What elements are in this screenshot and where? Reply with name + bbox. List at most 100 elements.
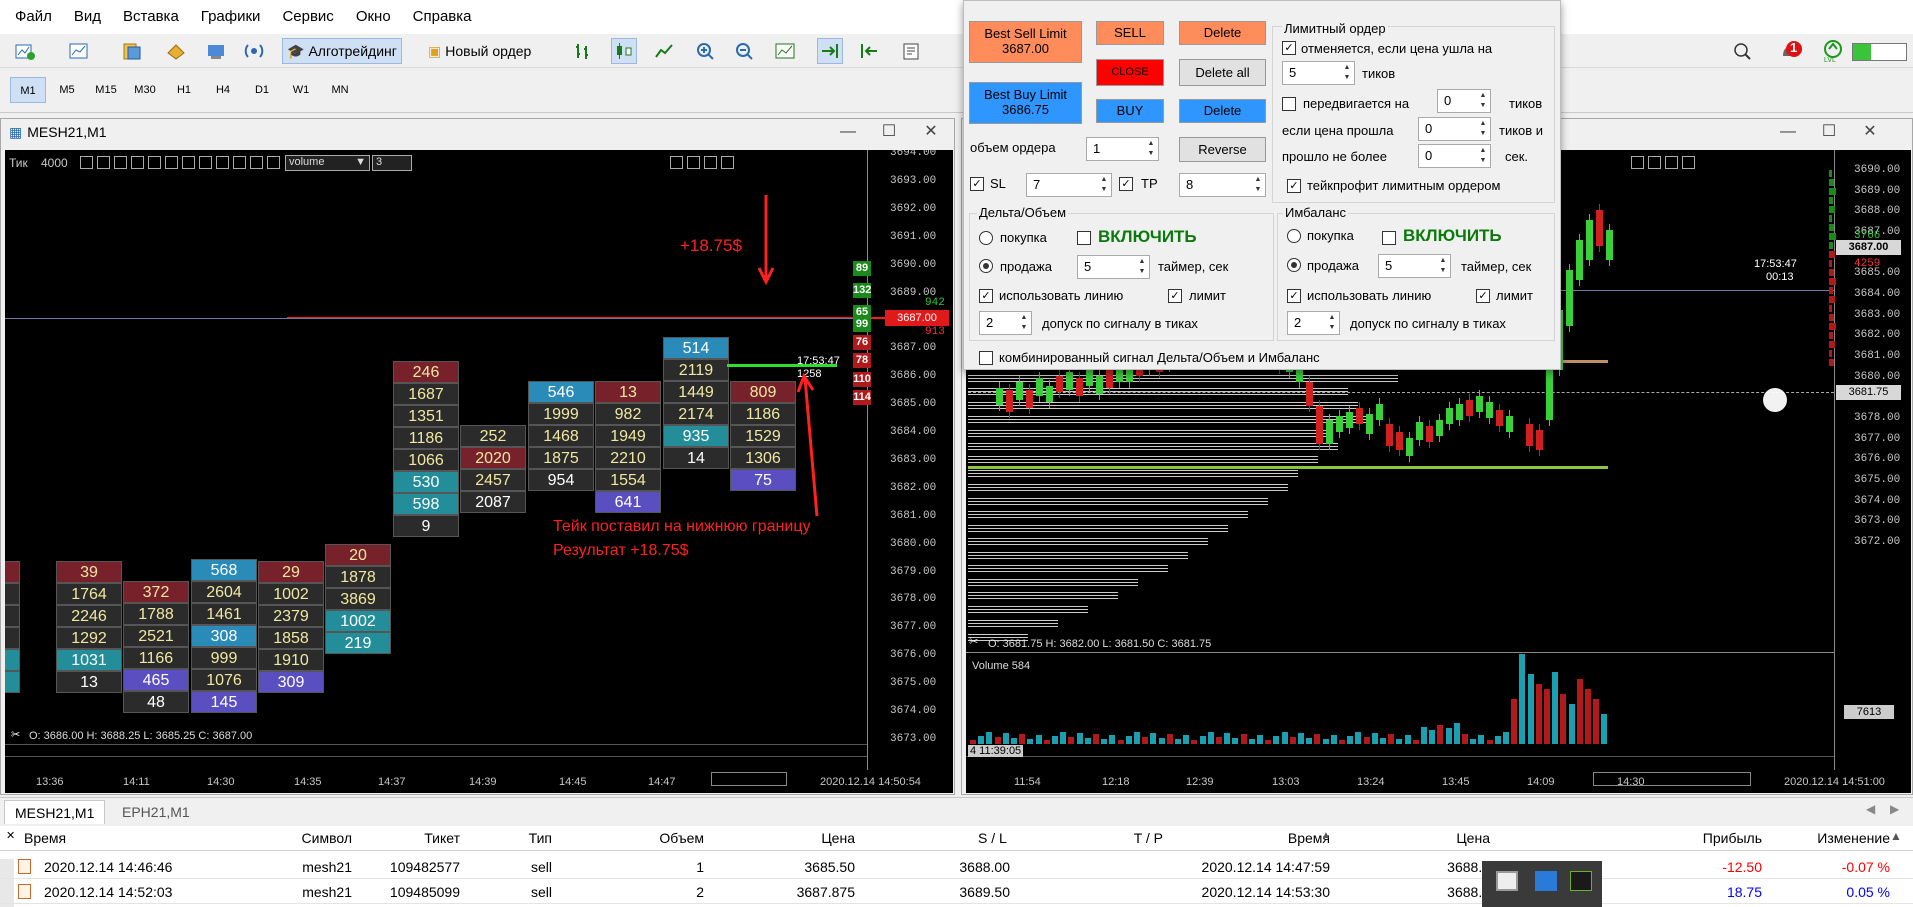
column-header[interactable]: Тикет <box>424 830 460 846</box>
column-header[interactable]: Изменение <box>1817 830 1890 846</box>
spinner-icon[interactable]: ▲ ▼ <box>1477 91 1489 111</box>
column-header[interactable]: Прибыль <box>1703 830 1762 846</box>
chart-shift-icon[interactable] <box>856 38 882 64</box>
column-header[interactable]: Символ <box>302 830 352 846</box>
sell-button[interactable]: SELL <box>1096 21 1164 45</box>
moves-checkbox[interactable] <box>1282 97 1296 111</box>
column-header[interactable]: Объем <box>659 830 704 846</box>
chart-tool-icon[interactable] <box>1631 156 1644 169</box>
zoom-out-icon[interactable] <box>732 38 758 64</box>
new-order-button[interactable]: ▣ Новый ордер <box>424 38 535 64</box>
search-icon[interactable] <box>1730 38 1756 64</box>
chart-tool-icon[interactable] <box>704 156 717 169</box>
spinner-icon[interactable]: ▲ ▼ <box>1018 313 1030 333</box>
algotrading-button[interactable]: 🎓 Алготрейдинг <box>282 38 402 64</box>
maximize-icon[interactable]: ☐ <box>1814 119 1844 145</box>
chart-tool-icon[interactable] <box>97 156 110 169</box>
imb-limit-checkbox[interactable]: ✓ <box>1476 289 1490 303</box>
tp-input[interactable]: 8 ▲ ▼ <box>1179 173 1266 197</box>
imb-timer-input[interactable]: 5 ▲ ▼ <box>1378 254 1451 278</box>
takeprofit-limit-checkbox[interactable]: ✓ <box>1287 179 1301 193</box>
delete-buy-button[interactable]: Delete <box>1179 99 1266 123</box>
tile-windows-icon[interactable] <box>772 38 798 64</box>
scrollbar[interactable] <box>711 772 787 786</box>
timeframe-h1[interactable]: H1 <box>166 77 202 103</box>
delta-sell-radio[interactable] <box>979 259 993 273</box>
column-header[interactable]: S / L <box>978 830 1007 846</box>
timeframe-m1[interactable]: M1 <box>10 77 46 103</box>
left-chart-canvas[interactable]: Тик 4000 volume ▼ 3 3694.00 3693.00 3692.00 3691… <box>5 150 953 793</box>
imb-enable-checkbox[interactable] <box>1382 231 1396 245</box>
chart-tool-icon[interactable] <box>182 156 195 169</box>
spinner-icon[interactable]: ▲ ▼ <box>1437 256 1449 276</box>
chart-tool-icon[interactable] <box>670 156 683 169</box>
timeframe-d1[interactable]: D1 <box>244 77 280 103</box>
tab-scroll-left-icon[interactable]: ◀ <box>1866 802 1875 816</box>
spinner-icon[interactable]: ▲ ▼ <box>1326 313 1338 333</box>
column-header[interactable]: Время <box>24 830 66 846</box>
chart-tool-icon[interactable] <box>1648 156 1661 169</box>
timeframe-m30[interactable]: M30 <box>127 77 163 103</box>
delete-all-button[interactable]: Delete all <box>1179 59 1266 86</box>
navigator-icon[interactable] <box>163 38 189 64</box>
if-passed-input[interactable]: 0 ▲ ▼ <box>1418 117 1491 141</box>
moves-input[interactable]: 0 ▲ ▼ <box>1437 89 1491 113</box>
column-header[interactable]: Цена <box>1456 830 1490 846</box>
passed-input[interactable]: 0 ▲ ▼ <box>1418 144 1491 168</box>
sl-input[interactable]: 7 ▲ ▼ <box>1026 173 1112 197</box>
tray-window-icon[interactable] <box>1496 871 1518 891</box>
bar-chart-icon[interactable] <box>571 38 597 64</box>
table-row[interactable]: 2020.12.14 14:52:03 mesh21 109485099 sell 2 3… <box>0 880 1913 904</box>
tab-eph21[interactable]: EPH21,M1 <box>112 800 200 824</box>
menu-item-0[interactable]: Файл <box>4 0 63 34</box>
timeframe-h4[interactable]: H4 <box>205 77 241 103</box>
cancel-ticks-input[interactable]: 5 ▲ ▼ <box>1282 61 1355 85</box>
chart-tool-icon[interactable] <box>165 156 178 169</box>
close-button[interactable]: CLOSE <box>1096 59 1164 86</box>
timeframe-m5[interactable]: M5 <box>49 77 85 103</box>
chart-tool-icon[interactable] <box>80 156 93 169</box>
chart-tool-icon[interactable] <box>1665 156 1678 169</box>
best-sell-limit-button[interactable]: Best Sell Limit 3687.00 <box>969 21 1082 63</box>
table-row[interactable]: 2020.12.14 14:46:46 mesh21 109482577 sell 1 3… <box>0 855 1913 879</box>
data-window-icon[interactable] <box>118 38 144 64</box>
column-header[interactable]: T / P <box>1134 830 1163 846</box>
column-header[interactable]: Тип <box>529 830 552 846</box>
spinner-icon[interactable]: ▲ ▼ <box>1136 257 1148 277</box>
delta-timer-input[interactable]: 5 ▲ ▼ <box>1077 255 1150 279</box>
spinner-icon[interactable]: ▲ ▼ <box>1477 146 1489 166</box>
indicator-select[interactable]: volume ▼ <box>285 155 370 171</box>
crosshair-icon[interactable]: ✂ <box>11 728 20 741</box>
chart-tool-icon[interactable] <box>687 156 700 169</box>
order-volume-input[interactable]: 1 ▲ ▼ <box>1086 137 1159 161</box>
column-header[interactable]: Цена <box>821 830 855 846</box>
spinner-icon[interactable]: ▲ ▼ <box>1145 139 1157 159</box>
candlestick-icon[interactable] <box>611 38 637 64</box>
auto-scroll-icon[interactable] <box>817 38 843 64</box>
tp-checkbox[interactable]: ✓ <box>1119 177 1133 191</box>
terminal-icon[interactable] <box>203 38 229 64</box>
chart-tool-icon[interactable] <box>267 156 280 169</box>
chart-tool-icon[interactable] <box>148 156 161 169</box>
minimize-icon[interactable]: — <box>1773 119 1803 145</box>
properties-icon[interactable] <box>898 38 924 64</box>
maximize-icon[interactable]: ☐ <box>874 119 904 145</box>
signal-icon[interactable] <box>241 38 267 64</box>
chart-tool-icon[interactable] <box>114 156 127 169</box>
reverse-button[interactable]: Reverse <box>1179 137 1266 162</box>
delta-limit-checkbox[interactable]: ✓ <box>1168 289 1182 303</box>
tray-app-icon[interactable] <box>1535 871 1557 891</box>
imb-use-line-checkbox[interactable]: ✓ <box>1287 289 1301 303</box>
line-chart-icon[interactable] <box>651 38 677 64</box>
new-chart-icon[interactable] <box>12 38 38 64</box>
table-scroll-icon[interactable]: ▲ <box>1890 829 1902 843</box>
imb-sell-radio[interactable] <box>1287 258 1301 272</box>
chart-tool-icon[interactable] <box>721 156 734 169</box>
chart-tool-icon[interactable] <box>216 156 229 169</box>
spinner-icon[interactable]: ▲ ▼ <box>1098 175 1110 195</box>
notifications-icon[interactable]: 1 <box>1778 38 1804 64</box>
timeframe-w1[interactable]: W1 <box>283 77 319 103</box>
tab-scroll-right-icon[interactable]: ▶ <box>1890 802 1899 816</box>
delta-use-line-checkbox[interactable]: ✓ <box>979 289 993 303</box>
chart-tool-icon[interactable] <box>1682 156 1695 169</box>
